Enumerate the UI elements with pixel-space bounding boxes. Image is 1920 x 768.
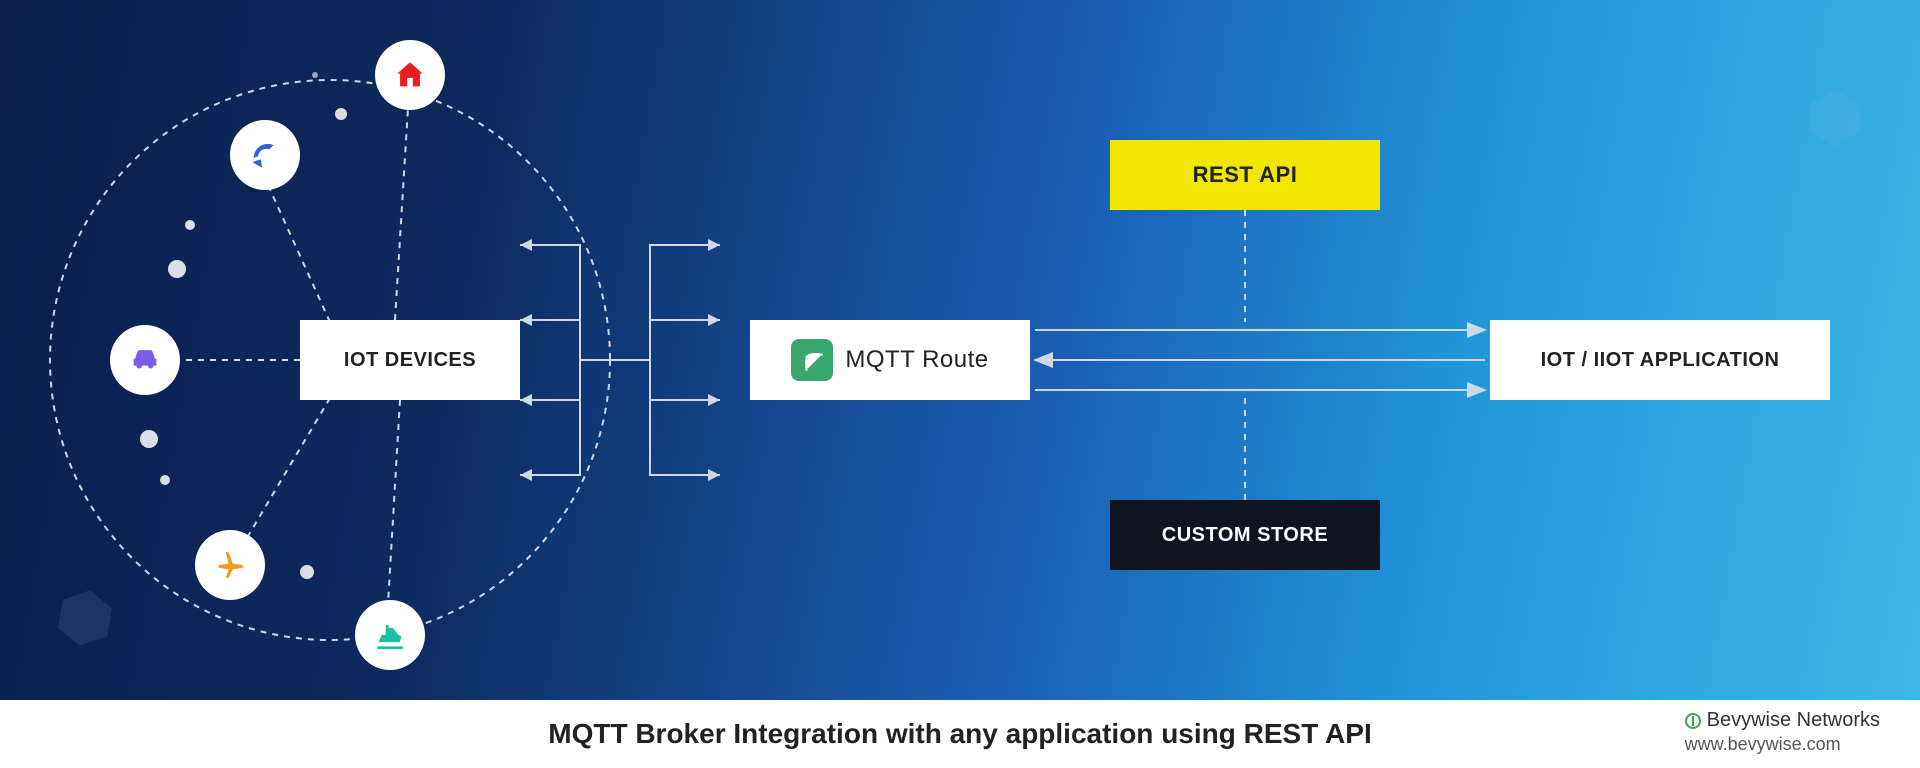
iot-devices-label: IOT DEVICES (344, 349, 476, 372)
brand-url: www.bevywise.com (1685, 733, 1880, 756)
footer-brand: Bevywise Networks www.bevywise.com (1685, 708, 1880, 756)
hexagon-decoration (1810, 90, 1860, 146)
device-home-icon (375, 40, 445, 110)
decor-dot (160, 475, 170, 485)
mqtt-route-label: MQTT Route (845, 346, 988, 374)
footer-bar: MQTT Broker Integration with any applica… (0, 700, 1920, 768)
decor-dot (168, 260, 186, 278)
device-plane-icon (195, 530, 265, 600)
custom-store-box: CUSTOM STORE (1110, 500, 1380, 570)
hexagon-decoration (56, 586, 115, 650)
mqtt-route-icon (791, 339, 833, 381)
custom-store-label: CUSTOM STORE (1162, 524, 1328, 547)
decor-dot (185, 220, 195, 230)
footer-title: MQTT Broker Integration with any applica… (548, 718, 1371, 750)
iot-devices-box: IOT DEVICES (300, 320, 520, 400)
device-car-icon (110, 325, 180, 395)
decor-dot (140, 430, 158, 448)
device-satellite-icon (230, 120, 300, 190)
device-ship-icon (355, 600, 425, 670)
brand-name: Bevywise Networks (1707, 708, 1880, 733)
iot-application-box: IOT / IIOT APPLICATION (1490, 320, 1830, 400)
iot-application-label: IOT / IIOT APPLICATION (1541, 349, 1780, 372)
decor-dot (300, 565, 314, 579)
brand-logo-icon (1685, 713, 1701, 729)
decor-dot (335, 108, 347, 120)
diagram-canvas: IOT DEVICES MQTT Route REST API CUSTOM S… (0, 0, 1920, 700)
rest-api-box: REST API (1110, 140, 1380, 210)
mqtt-route-box: MQTT Route (750, 320, 1030, 400)
rest-api-label: REST API (1193, 162, 1298, 188)
decor-dot (312, 72, 318, 78)
